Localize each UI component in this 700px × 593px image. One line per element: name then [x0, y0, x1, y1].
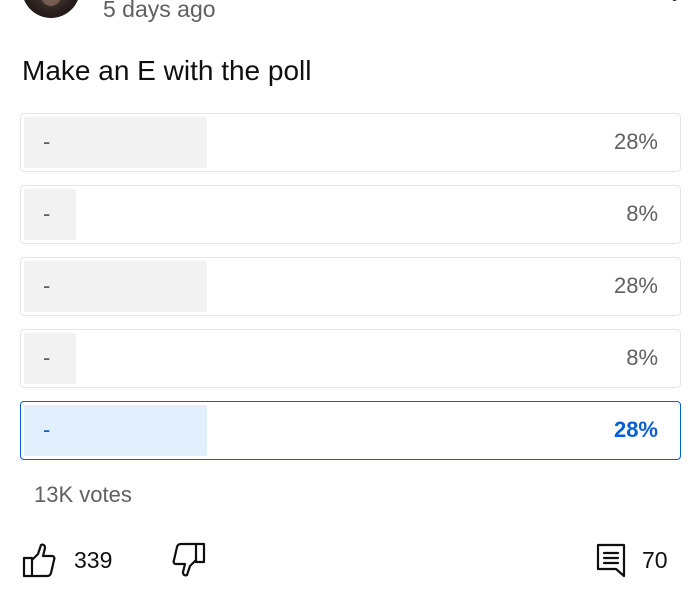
poll-option[interactable]: - 8% — [20, 185, 681, 244]
comment-count: 70 — [642, 546, 668, 573]
vote-count: 13K votes — [34, 482, 132, 507]
poll-option-bar — [24, 261, 207, 312]
poll-option[interactable]: - 28% — [20, 113, 681, 172]
poll-option-label: - — [43, 129, 51, 154]
more-vert-icon[interactable] — [672, 0, 678, 6]
like-count: 339 — [74, 546, 113, 573]
poll-option-label: - — [43, 201, 51, 226]
post-time: 5 days ago — [103, 0, 216, 22]
poll-option[interactable]: - 28% — [20, 401, 681, 460]
poll-option-label: - — [43, 273, 51, 298]
poll-option-percent: 28% — [613, 129, 658, 154]
poll-option-label: - — [43, 345, 51, 370]
dislike-button[interactable] — [172, 540, 206, 580]
poll-option-percent: 8% — [626, 201, 658, 226]
thumbs-down-icon — [172, 542, 206, 578]
comment-button[interactable]: 70 — [596, 540, 668, 580]
poll-option-bar — [24, 405, 207, 456]
poll-option-percent: 28% — [613, 417, 658, 442]
comment-icon — [596, 542, 626, 578]
poll-option-percent: 8% — [626, 345, 658, 370]
like-button[interactable]: 339 — [22, 540, 112, 580]
post-header: 5 days ago — [0, 0, 700, 22]
poll-option[interactable]: - 8% — [20, 329, 681, 388]
poll: - 28% - 8% - 28% - 8% - 28% — [20, 113, 681, 473]
thumbs-up-icon — [22, 542, 56, 578]
avatar-face — [40, 0, 62, 6]
poll-option-label: - — [43, 417, 51, 442]
poll-option-percent: 28% — [613, 273, 658, 298]
channel-avatar[interactable] — [22, 0, 80, 18]
post-text: Make an E with the poll — [22, 55, 312, 86]
poll-option[interactable]: - 28% — [20, 257, 681, 316]
poll-option-bar — [24, 117, 207, 168]
action-bar: 339 70 — [0, 540, 700, 584]
